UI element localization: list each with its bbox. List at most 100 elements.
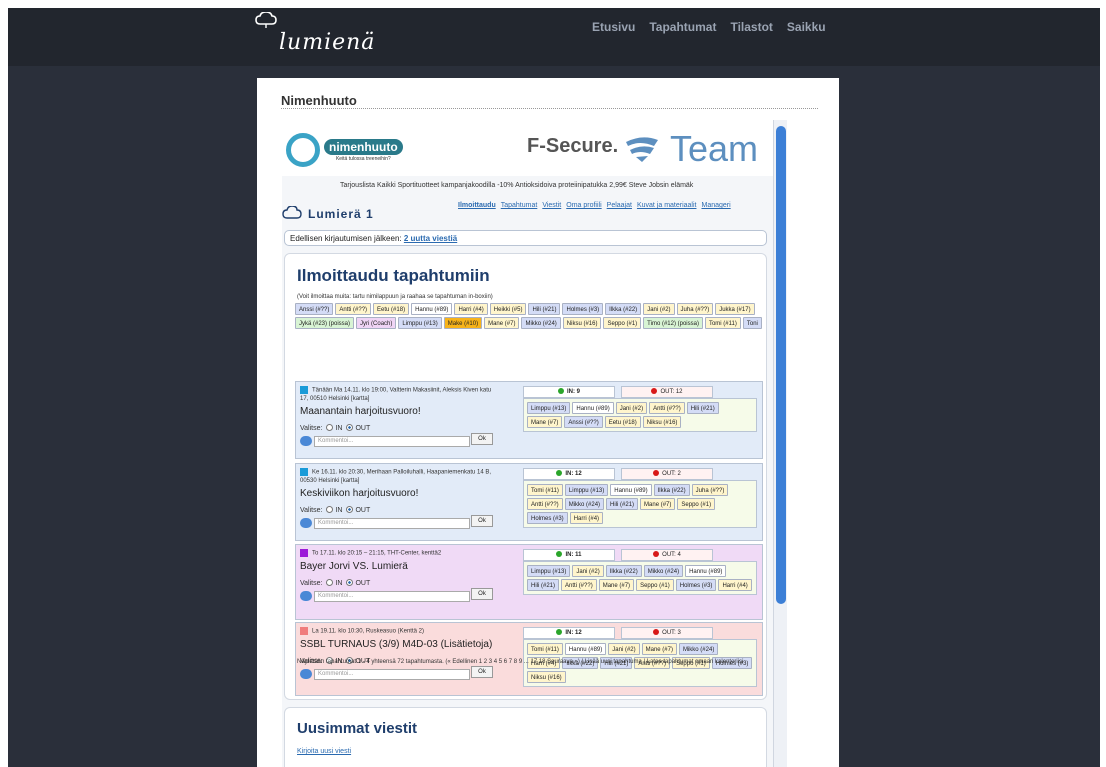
player-tag[interactable]: Mikko (#24) [521, 317, 561, 329]
event-title[interactable]: SSBL TURNAUS (3/9) M4D-03 (Lisätietoja) [300, 639, 492, 650]
player-tag[interactable]: Heikki (#5) [489, 303, 527, 315]
player-tag[interactable]: Juha (#??) [676, 303, 714, 315]
in-player-tag[interactable]: Hili (#21) [527, 579, 560, 591]
in-player-tag[interactable]: Limppu (#13) [527, 565, 571, 577]
event-title[interactable]: Bayer Jorvi VS. Lumierä [300, 561, 408, 572]
in-radio[interactable] [326, 579, 334, 586]
in-player-tag[interactable]: Holmes (#3) [527, 512, 568, 524]
player-tag[interactable]: Ilkka (#22) [605, 303, 642, 315]
player-tag[interactable]: Limppu (#13) [398, 317, 442, 329]
player-tag[interactable]: Niksu (#16) [562, 317, 602, 329]
player-tag[interactable]: Timo (#12) (poissa) [643, 317, 703, 329]
player-tag[interactable]: Jani (#2) [643, 303, 675, 315]
out-tab[interactable]: OUT: 2 [621, 468, 713, 480]
in-player-tag[interactable]: Holmes (#3) [675, 579, 717, 591]
in-player-tag[interactable]: Jani (#2) [572, 565, 604, 577]
in-player-tag[interactable]: Jani (#2) [608, 643, 640, 655]
subnav-pelaajat[interactable]: Pelaajat [607, 202, 632, 209]
player-tag[interactable]: Make (#10) [443, 317, 483, 329]
in-tab[interactable]: IN: 11 [523, 549, 615, 561]
in-box[interactable]: Limppu (#13) Hannu (#89) Jani (#2) Antti (#… [523, 398, 757, 432]
in-player-tag[interactable]: Eetu (#18) [604, 416, 641, 428]
player-tag[interactable]: Toni [742, 317, 762, 329]
in-player-tag[interactable]: Niksu (#16) [527, 671, 566, 683]
in-player-tag[interactable]: Seppo (#1) [636, 579, 674, 591]
in-radio[interactable] [326, 506, 334, 513]
scrollbar-thumb[interactable] [776, 126, 786, 604]
nav-saikku[interactable]: Saikku [787, 20, 826, 34]
in-tab[interactable]: IN: 9 [523, 386, 615, 398]
player-tag[interactable]: Holmes (#3) [562, 303, 604, 315]
in-tab[interactable]: IN: 12 [523, 627, 615, 639]
event-title[interactable]: Keskiviikon harjoitusvuoro! [300, 488, 418, 499]
nav-tapahtumat[interactable]: Tapahtumat [649, 20, 716, 34]
out-tab[interactable]: OUT: 12 [621, 386, 713, 398]
in-player-tag[interactable]: Mikko (#24) [643, 565, 684, 577]
out-tab[interactable]: OUT: 4 [621, 549, 713, 561]
comment-ok-button[interactable]: Ok [471, 433, 493, 445]
event-title[interactable]: Maanantain harjoitusvuoro! [300, 406, 421, 417]
in-player-tag[interactable]: Tomi (#11) [527, 484, 563, 496]
new-messages-link[interactable]: 2 uutta viestiä [404, 234, 457, 243]
out-radio[interactable] [346, 579, 354, 586]
in-radio[interactable] [326, 424, 334, 431]
in-player-tag[interactable]: Jani (#2) [615, 402, 648, 414]
in-player-tag[interactable]: Hili (#21) [606, 498, 639, 510]
comment-ok-button[interactable]: Ok [471, 666, 493, 678]
player-tag[interactable]: Harri (#4) [454, 303, 488, 315]
in-player-tag[interactable]: Ilkka (#22) [605, 565, 642, 577]
player-tag[interactable]: Antti (#??) [335, 303, 372, 315]
write-message-link[interactable]: Kirjoita uusi viesti [297, 748, 351, 755]
in-player-tag[interactable]: Hannu (#89) [572, 402, 614, 414]
out-radio[interactable] [346, 424, 354, 431]
out-radio[interactable] [346, 506, 354, 513]
in-player-tag[interactable]: Hannu (#89) [564, 643, 607, 655]
player-tag[interactable]: Jykä (#23) (poissa) [295, 317, 355, 329]
subnav-ilmoittaudu[interactable]: Ilmoittaudu [458, 202, 496, 209]
comment-input[interactable]: Kommentoi... [314, 590, 470, 602]
subnav-kuvat[interactable]: Kuvat ja materiaalit [637, 202, 697, 209]
in-player-tag[interactable]: Limppu (#13) [564, 484, 609, 496]
in-player-tag[interactable]: Harri (#4) [569, 512, 604, 524]
in-player-tag[interactable]: Seppo (#1) [677, 498, 716, 510]
in-player-tag[interactable]: Mane (#7) [527, 416, 563, 428]
in-player-tag[interactable]: Harri (#4) [718, 579, 752, 591]
comment-ok-button[interactable]: Ok [471, 515, 493, 527]
player-tag[interactable]: Mane (#7) [484, 317, 520, 329]
player-tag[interactable]: Jukka (#17) [715, 303, 755, 315]
player-tag[interactable]: Jyri (Coach) [356, 317, 397, 329]
in-player-tag[interactable]: Hannu (#89) [685, 565, 727, 577]
in-player-tag[interactable]: Limppu (#13) [527, 402, 571, 414]
in-player-tag[interactable]: Hili (#21) [686, 402, 719, 414]
in-player-tag[interactable]: Niksu (#16) [642, 416, 682, 428]
in-player-tag[interactable]: Antti (#??) [561, 579, 597, 591]
comment-input[interactable]: Kommentoi... [314, 517, 470, 529]
comment-input[interactable]: Kommentoi... [314, 435, 470, 447]
in-tab[interactable]: IN: 12 [523, 468, 615, 480]
subnav-manageri[interactable]: Manageri [701, 202, 730, 209]
offer-ticker[interactable]: Tarjouslista Kaikki Sportituotteet kampa… [340, 182, 693, 189]
in-player-tag[interactable]: Mikko (#24) [564, 498, 605, 510]
comment-ok-button[interactable]: Ok [471, 588, 493, 600]
nimenhuuto-logo[interactable]: nimenhuuto Keitä tulossa treeneihin? [286, 132, 412, 168]
player-tag[interactable]: Hili (#21) [528, 303, 561, 315]
events-pager[interactable]: Näytetään tapahtumat 1 - 4 yhteensä 72 t… [297, 658, 762, 666]
in-player-tag[interactable]: Juha (#??) [691, 484, 729, 496]
subnav-viestit[interactable]: Viestit [542, 202, 561, 209]
in-player-tag[interactable]: Anssi (#??) [564, 416, 603, 428]
subnav-tapahtumat[interactable]: Tapahtumat [501, 202, 538, 209]
in-player-tag[interactable]: Hannu (#89) [610, 484, 652, 496]
in-player-tag[interactable]: Mikko (#24) [678, 643, 719, 655]
out-tab[interactable]: OUT: 3 [621, 627, 713, 639]
in-player-tag[interactable]: Tomi (#11) [527, 643, 563, 655]
in-player-tag[interactable]: Mane (#7) [641, 643, 677, 655]
player-tag[interactable]: Eetu (#18) [373, 303, 410, 315]
in-box[interactable]: Limppu (#13) Jani (#2) Ilkka (#22) Mikko (#… [523, 561, 757, 595]
comment-input[interactable]: Kommentoi... [314, 668, 470, 680]
nav-etusivu[interactable]: Etusivu [592, 20, 635, 34]
player-tag[interactable]: Hannu (#89) [411, 303, 453, 315]
in-player-tag[interactable]: Antti (#??) [527, 498, 563, 510]
player-tag[interactable]: Anssi (#??) [295, 303, 334, 315]
player-tag[interactable]: Seppo (#1) [603, 317, 642, 329]
in-player-tag[interactable]: Mane (#7) [598, 579, 635, 591]
